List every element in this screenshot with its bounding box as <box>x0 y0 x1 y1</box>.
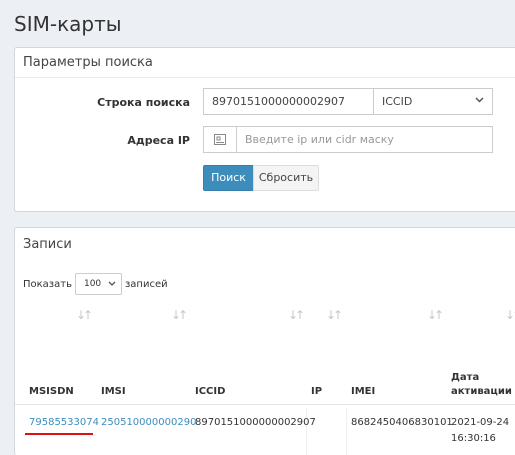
sort-arrows-icon[interactable]: ↓↑ <box>326 308 343 322</box>
ip-label: Адреса IP <box>127 134 190 147</box>
sort-arrows-icon[interactable]: ↓↑ <box>505 308 515 322</box>
column-header-imei[interactable]: IMEI <box>351 386 375 397</box>
column-header-msisdn[interactable]: MSISDN <box>29 386 74 397</box>
sort-arrows-icon[interactable]: ↓↑ <box>76 308 93 322</box>
cell-activation-date: 2021-09-24 <box>451 417 510 428</box>
cell-imsi-link[interactable]: 250510000000290 <box>101 417 196 428</box>
chevron-down-icon <box>475 89 484 114</box>
query-type-value: ICCID <box>382 95 413 108</box>
column-header-activation-line2[interactable]: активации <box>451 386 512 397</box>
records-box: Записи Показать 100 записей ↓↑ ↓↑ ↓↑ ↓↑ … <box>14 227 515 455</box>
sort-arrows-icon[interactable]: ↓↑ <box>288 308 305 322</box>
cell-imei: 8682450406830101 <box>351 417 453 428</box>
chevron-down-icon <box>108 279 116 289</box>
highlight-underline <box>25 433 93 435</box>
sort-arrows-icon[interactable]: ↓↑ <box>171 308 188 322</box>
table-header-divider <box>15 404 515 405</box>
network-card-icon <box>203 126 237 153</box>
cell-msisdn-link[interactable]: 79585533074 <box>29 417 99 428</box>
reset-button[interactable]: Сбросить <box>253 165 319 191</box>
show-prefix: Показать <box>23 278 72 290</box>
search-parameters-title: Параметры поиска <box>15 48 515 78</box>
cell-activation-time: 16:30:16 <box>451 433 496 444</box>
page-length-select[interactable]: 100 <box>74 273 122 295</box>
records-title: Записи <box>23 237 72 252</box>
cell-iccid: 8970151000000002907 <box>195 417 316 428</box>
search-parameters-box: Параметры поиска Строка поиска 897015100… <box>14 47 515 212</box>
search-button[interactable]: Поиск <box>203 165 254 191</box>
column-divider <box>306 408 307 455</box>
show-suffix: записей <box>124 278 168 290</box>
ip-placeholder: Введите ip или cidr маску <box>245 133 394 146</box>
column-header-imsi[interactable]: IMSI <box>101 386 126 397</box>
page-title: SIM-карты <box>14 12 122 36</box>
query-label: Строка поиска <box>97 96 190 109</box>
column-divider <box>346 408 347 455</box>
sort-arrows-icon[interactable]: ↓↑ <box>427 308 444 322</box>
column-header-iccid[interactable]: ICCID <box>195 386 225 397</box>
page-length-control: Показать 100 записей <box>23 273 168 295</box>
page-length-value: 100 <box>83 279 102 289</box>
query-type-select[interactable]: ICCID <box>373 88 493 115</box>
query-input[interactable]: 8970151000000002907 <box>203 88 374 115</box>
ip-input[interactable]: Введите ip или cidr маску <box>236 126 493 153</box>
column-header-ip[interactable]: IP <box>311 386 322 397</box>
column-header-activation-line1[interactable]: Дата <box>451 372 479 383</box>
